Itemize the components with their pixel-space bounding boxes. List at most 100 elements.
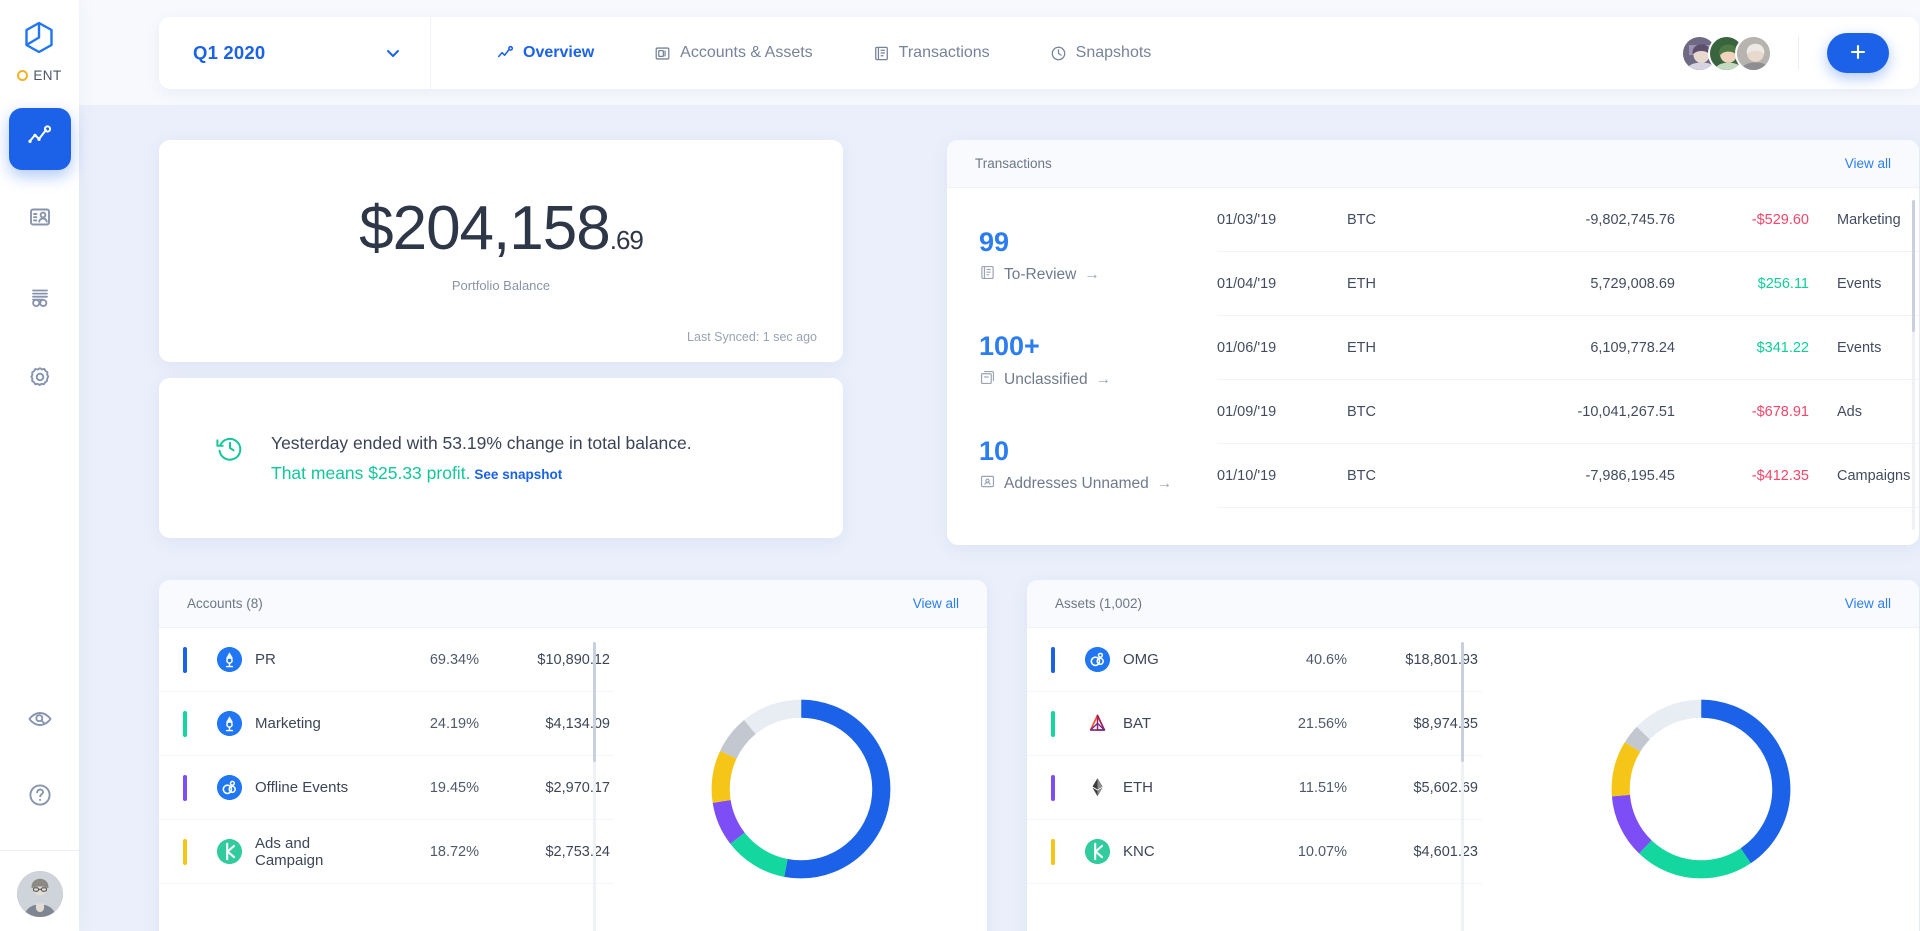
last-synced-label: Last Synced: 1 sec ago xyxy=(687,330,817,344)
sidebar-item-transactions[interactable] xyxy=(9,268,71,330)
sidebar-item-accounts[interactable] xyxy=(9,188,71,250)
tx-value: $256.11 xyxy=(1757,275,1809,292)
sidebar-item-settings[interactable] xyxy=(9,348,71,410)
list-item[interactable]: ETH 11.51% $5,602.69 xyxy=(1027,756,1482,820)
tx-date: 01/03/'19 xyxy=(1217,211,1277,228)
tx-date: 01/04/'19 xyxy=(1217,275,1277,292)
tab-label: Accounts & Assets xyxy=(680,44,813,61)
analytics-chart-icon xyxy=(26,123,54,156)
tx-amount: -10,041,267.51 xyxy=(1577,403,1675,420)
donut-svg xyxy=(711,699,890,879)
scrollbar-thumb[interactable] xyxy=(1912,200,1915,332)
avatar[interactable] xyxy=(1735,34,1772,72)
clock-history-icon xyxy=(1050,45,1067,62)
view-all-link[interactable]: View all xyxy=(913,596,959,611)
balance-amount: $204,158 xyxy=(359,194,611,263)
accounts-panel: Accounts (8) View all PR 69.34% $10,890.… xyxy=(159,580,987,931)
list-item[interactable]: Marketing 24.19% $4,134.09 xyxy=(159,692,614,756)
pr-coin-icon xyxy=(217,647,242,672)
tx-date: 01/09/'19 xyxy=(1217,403,1277,420)
tab-snapshots[interactable]: Snapshots xyxy=(1020,17,1182,89)
tab-accounts-assets[interactable]: Accounts & Assets xyxy=(624,17,843,89)
tx-symbol: BTC xyxy=(1347,467,1376,484)
brand-name: ENT xyxy=(33,68,62,83)
tab-label: Overview xyxy=(523,44,595,61)
list-item[interactable]: KNC 10.07% $4,601.23 xyxy=(1027,820,1482,884)
ledger-glasses-icon xyxy=(26,283,54,316)
stat-label: Addresses Unnamed xyxy=(1004,475,1149,493)
tx-amount: -7,986,195.45 xyxy=(1585,467,1676,484)
scrollbar-thumb[interactable] xyxy=(593,642,596,762)
account-percent: 69.34% xyxy=(429,651,479,668)
account-name: Offline Events xyxy=(255,779,349,796)
sidebar-item-help[interactable] xyxy=(9,766,71,828)
bat-coin-icon xyxy=(1085,711,1110,736)
arrow-right-icon: → xyxy=(1095,370,1112,388)
stat-addresses-unnamed[interactable]: 10 Addresses Unnamed → xyxy=(979,436,1217,495)
sidebar-item-overview[interactable] xyxy=(8,108,71,170)
tx-value: -$678.91 xyxy=(1751,403,1809,420)
period-selector[interactable]: Q1 2020 xyxy=(159,17,431,89)
stat-count: 99 xyxy=(979,227,1010,257)
balance-cents: .69 xyxy=(609,225,644,255)
omg-coin-icon xyxy=(217,775,242,800)
color-bar xyxy=(183,646,187,673)
list-item[interactable]: OMG 40.6% $18,801.93 xyxy=(1027,628,1482,692)
tab-transactions[interactable]: Transactions xyxy=(843,17,1020,89)
avatar[interactable] xyxy=(16,871,63,917)
color-bar xyxy=(183,774,187,801)
stat-to-review[interactable]: 99 To-Review → xyxy=(979,228,1217,286)
table-row[interactable]: 01/03/'19 BTC -9,802,745.76 -$529.60 Mar… xyxy=(1217,188,1919,252)
tx-symbol: ETH xyxy=(1347,275,1376,292)
color-bar xyxy=(1051,774,1055,801)
gear-icon xyxy=(26,363,54,396)
table-row[interactable]: 01/10/'19 BTC -7,986,195.45 -$412.35 Cam… xyxy=(1217,444,1919,508)
header-divider xyxy=(1798,36,1799,70)
table-row[interactable]: 01/06/'19 ETH 6,109,778.24 $341.22 Event… xyxy=(1217,316,1919,380)
yesterday-profit-text: That means $25.33 profit. xyxy=(271,463,471,484)
list-item[interactable]: Ads and Campaign 18.72% $2,753.24 xyxy=(159,820,614,884)
assets-list: OMG 40.6% $18,801.93 BAT 21.56% $8,974.3… xyxy=(1027,628,1482,931)
assets-panel-header: Assets (1,002) View all xyxy=(1027,580,1919,628)
color-bar xyxy=(1051,710,1055,737)
yesterday-line-1: Yesterday ended with 53.19% change in to… xyxy=(271,433,692,453)
brand-dot-icon xyxy=(17,70,29,81)
tx-amount: -9,802,745.76 xyxy=(1585,211,1676,228)
add-button[interactable] xyxy=(1827,33,1889,73)
sidebar-nav xyxy=(0,108,79,428)
transaction-stats: 99 To-Review → 100+ Unclassified → 10 Ad… xyxy=(947,188,1217,545)
tx-category: Events xyxy=(1837,339,1882,356)
accounts-donut-chart xyxy=(614,628,987,931)
list-item[interactable]: PR 69.34% $10,890.12 xyxy=(159,628,614,692)
tx-amount: 5,729,008.69 xyxy=(1590,275,1675,292)
tx-category: Events xyxy=(1837,275,1882,292)
color-bar xyxy=(183,838,187,865)
sidebar-item-watch[interactable] xyxy=(9,690,71,752)
asset-percent: 21.56% xyxy=(1297,715,1347,732)
omg-coin-icon xyxy=(1085,647,1110,672)
unclassified-icon xyxy=(979,369,996,391)
table-row[interactable]: 01/04/'19 ETH 5,729,008.69 $256.11 Event… xyxy=(1217,252,1919,316)
view-all-link[interactable]: View all xyxy=(1845,156,1891,171)
accounts-list: PR 69.34% $10,890.12 Marketing 24.19% $4… xyxy=(159,628,614,931)
stat-unclassified[interactable]: 100+ Unclassified → xyxy=(979,332,1217,390)
avatar-group[interactable] xyxy=(1681,34,1798,72)
scrollbar-thumb[interactable] xyxy=(1461,642,1464,762)
view-all-link[interactable]: View all xyxy=(1845,596,1891,611)
brand[interactable]: ENT xyxy=(17,0,61,83)
account-name: Marketing xyxy=(255,715,321,732)
table-row[interactable]: 01/09/'19 BTC -10,041,267.51 -$678.91 Ad… xyxy=(1217,380,1919,444)
transactions-panel: Transactions View all 99 To-Review → 100… xyxy=(947,140,1919,545)
tx-category: Marketing xyxy=(1837,211,1901,228)
tab-label: Transactions xyxy=(898,44,990,61)
transactions-panel-header: Transactions View all xyxy=(947,140,1919,188)
asset-name: OMG xyxy=(1123,651,1159,668)
see-snapshot-link[interactable]: See snapshot xyxy=(474,467,562,482)
list-item[interactable]: Offline Events 19.45% $2,970.17 xyxy=(159,756,614,820)
list-item[interactable]: BAT 21.56% $8,974.35 xyxy=(1027,692,1482,756)
portfolio-balance-card: $204,158.69 Portfolio Balance Last Synce… xyxy=(159,140,843,362)
tab-overview[interactable]: Overview xyxy=(467,17,624,89)
balance-amount-row: $204,158.69 xyxy=(359,198,644,260)
stat-label: To-Review xyxy=(1004,266,1077,284)
eye-search-icon xyxy=(26,705,54,738)
